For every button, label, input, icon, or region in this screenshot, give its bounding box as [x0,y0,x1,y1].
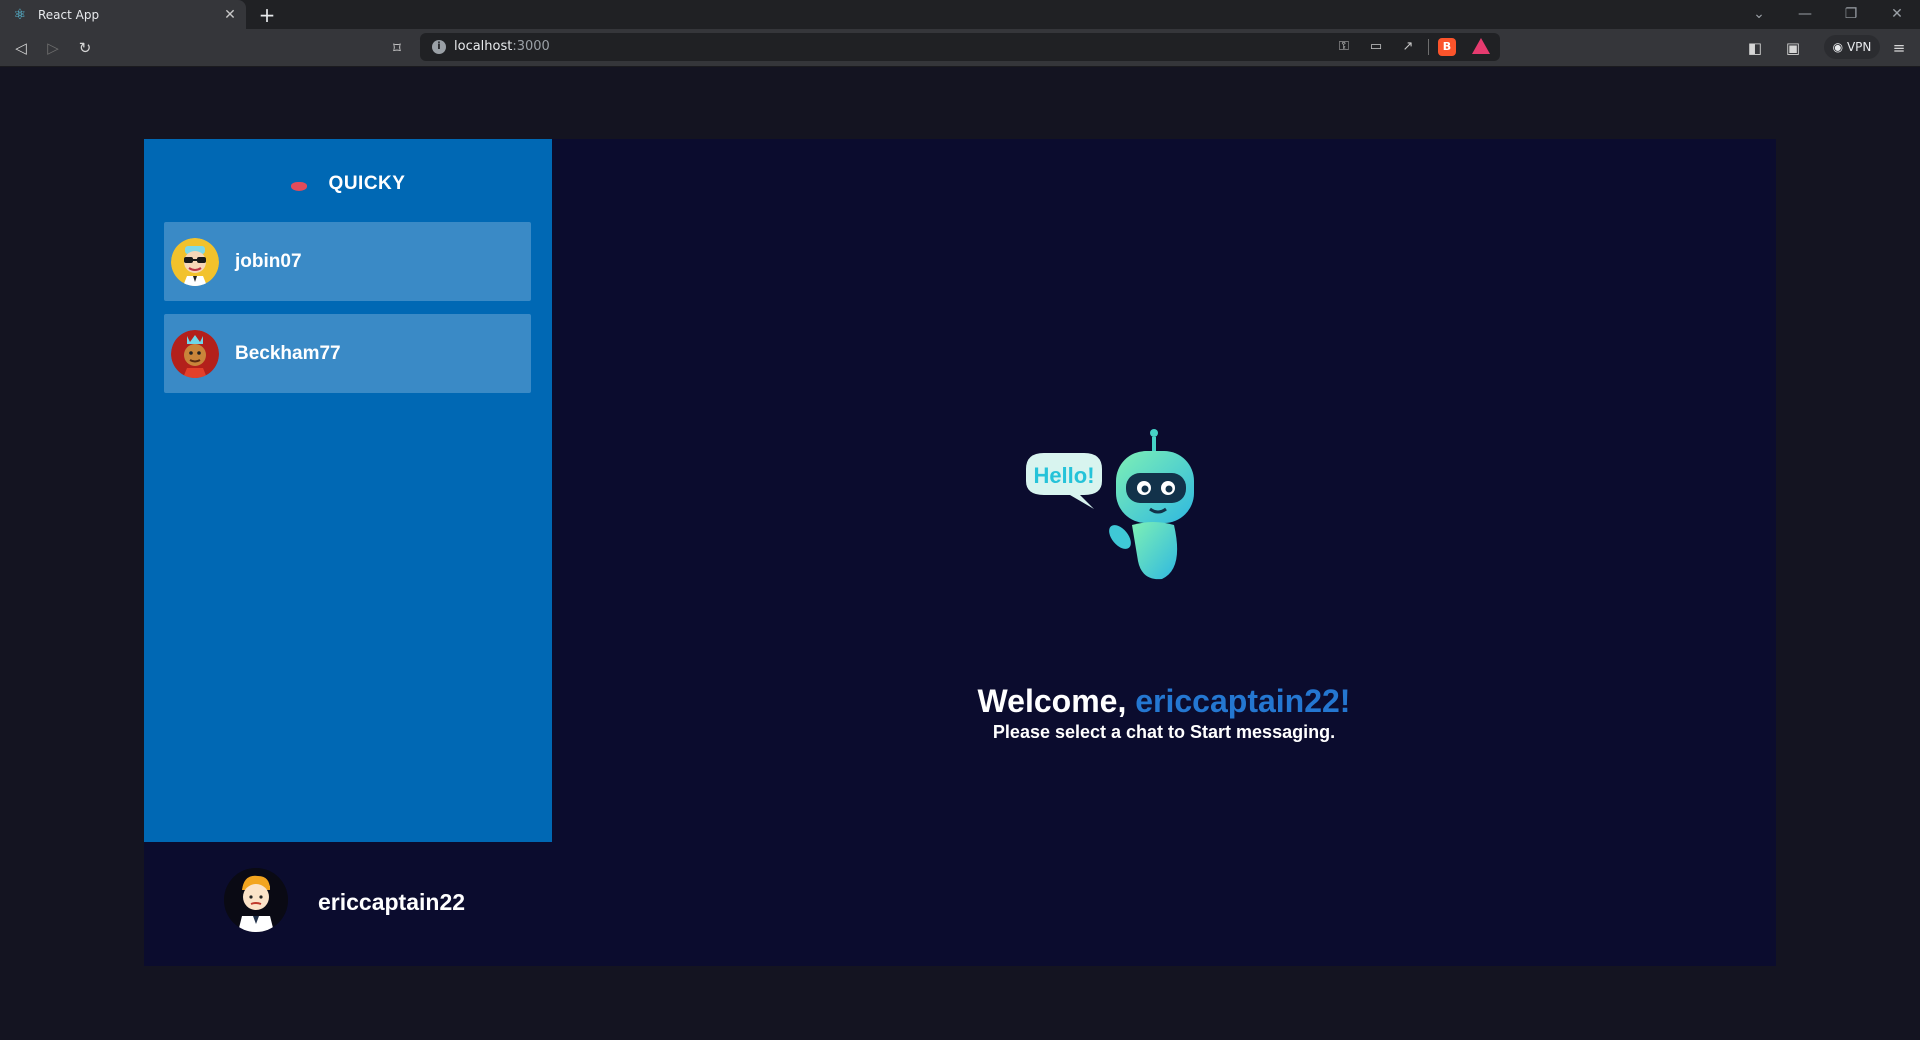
welcome-greeting: Welcome, [977,683,1136,719]
contact-item-beckham77[interactable]: Beckham77 [164,314,531,393]
wallet-icon[interactable]: ▣ [1782,37,1804,59]
forward-icon[interactable]: ▷ [42,37,64,59]
browser-tab-bar: ⚛ React App ✕ + ⌄ — ❐ ✕ [0,0,1920,29]
brand-name: QUICKY [328,173,406,194]
share-icon[interactable]: ↗ [1399,38,1417,56]
welcome-subtitle: Please select a chat to Start messaging. [992,722,1336,742]
tab-title: React App [38,7,100,22]
contact-name: jobin07 [235,250,302,272]
site-info-icon[interactable]: i [432,40,446,54]
sunglasses-avatar-icon [171,237,219,286]
new-tab-icon[interactable]: + [256,4,278,26]
brave-rewards-icon[interactable] [1472,38,1490,54]
hello-bubble-text: Hello! [1033,463,1094,488]
close-window-icon[interactable]: ✕ [1882,3,1912,25]
url-port: :3000 [512,39,550,54]
key-icon[interactable]: ⚿ [1335,38,1353,56]
back-icon[interactable]: ◁ [10,37,32,59]
reload-icon[interactable]: ↻ [74,37,96,59]
crowned-avatar-icon [171,329,219,378]
minimize-icon[interactable]: — [1790,3,1820,25]
vpn-label: VPN [1846,40,1872,54]
chat-app: QUICKY jobin07 Beckham77 ericcaptain22 H… [144,139,1776,966]
cast-icon[interactable]: ▭ [1367,38,1385,56]
brand: QUICKY [144,169,552,199]
welcome-username: ericcaptain22! [1135,683,1351,719]
url-text: localhost:3000 [454,39,550,54]
welcome-panel: Welcome, ericcaptain22! Please select a … [552,683,1776,743]
contact-name: Beckham77 [235,342,341,364]
divider [1428,39,1429,55]
current-user-bar: ericcaptain22 [144,842,552,966]
current-username: ericcaptain22 [318,889,466,915]
welcome-heading: Welcome, ericcaptain22! [552,683,1776,720]
browser-toolbar: ◁ ▷ ↻ ⌑ i localhost:3000 ⚿ ▭ ↗ B ◧ ▣ ◉ V… [0,29,1920,67]
vpn-button[interactable]: ◉ VPN [1824,35,1880,59]
brave-shields-icon[interactable]: B [1438,38,1456,56]
sidebar: QUICKY jobin07 Beckham77 [144,139,552,842]
bookmark-icon[interactable]: ⌑ [386,37,408,59]
sidebar-toggle-icon[interactable]: ◧ [1744,37,1766,59]
restore-icon[interactable]: ❐ [1836,3,1866,25]
browser-tab[interactable]: ⚛ React App ✕ [0,0,246,29]
close-tab-icon[interactable]: ✕ [222,7,238,23]
quicky-logo-icon [290,181,307,191]
robot-illustration: Hello! [1014,429,1224,589]
menu-icon[interactable]: ≡ [1888,37,1910,59]
react-icon: ⚛ [13,6,27,23]
contact-item-jobin07[interactable]: jobin07 [164,222,531,301]
address-bar[interactable]: i localhost:3000 ⚿ ▭ ↗ B [420,33,1500,61]
tab-search-icon[interactable]: ⌄ [1744,3,1774,25]
url-host: localhost [454,39,513,54]
man-avatar-icon [224,868,288,932]
